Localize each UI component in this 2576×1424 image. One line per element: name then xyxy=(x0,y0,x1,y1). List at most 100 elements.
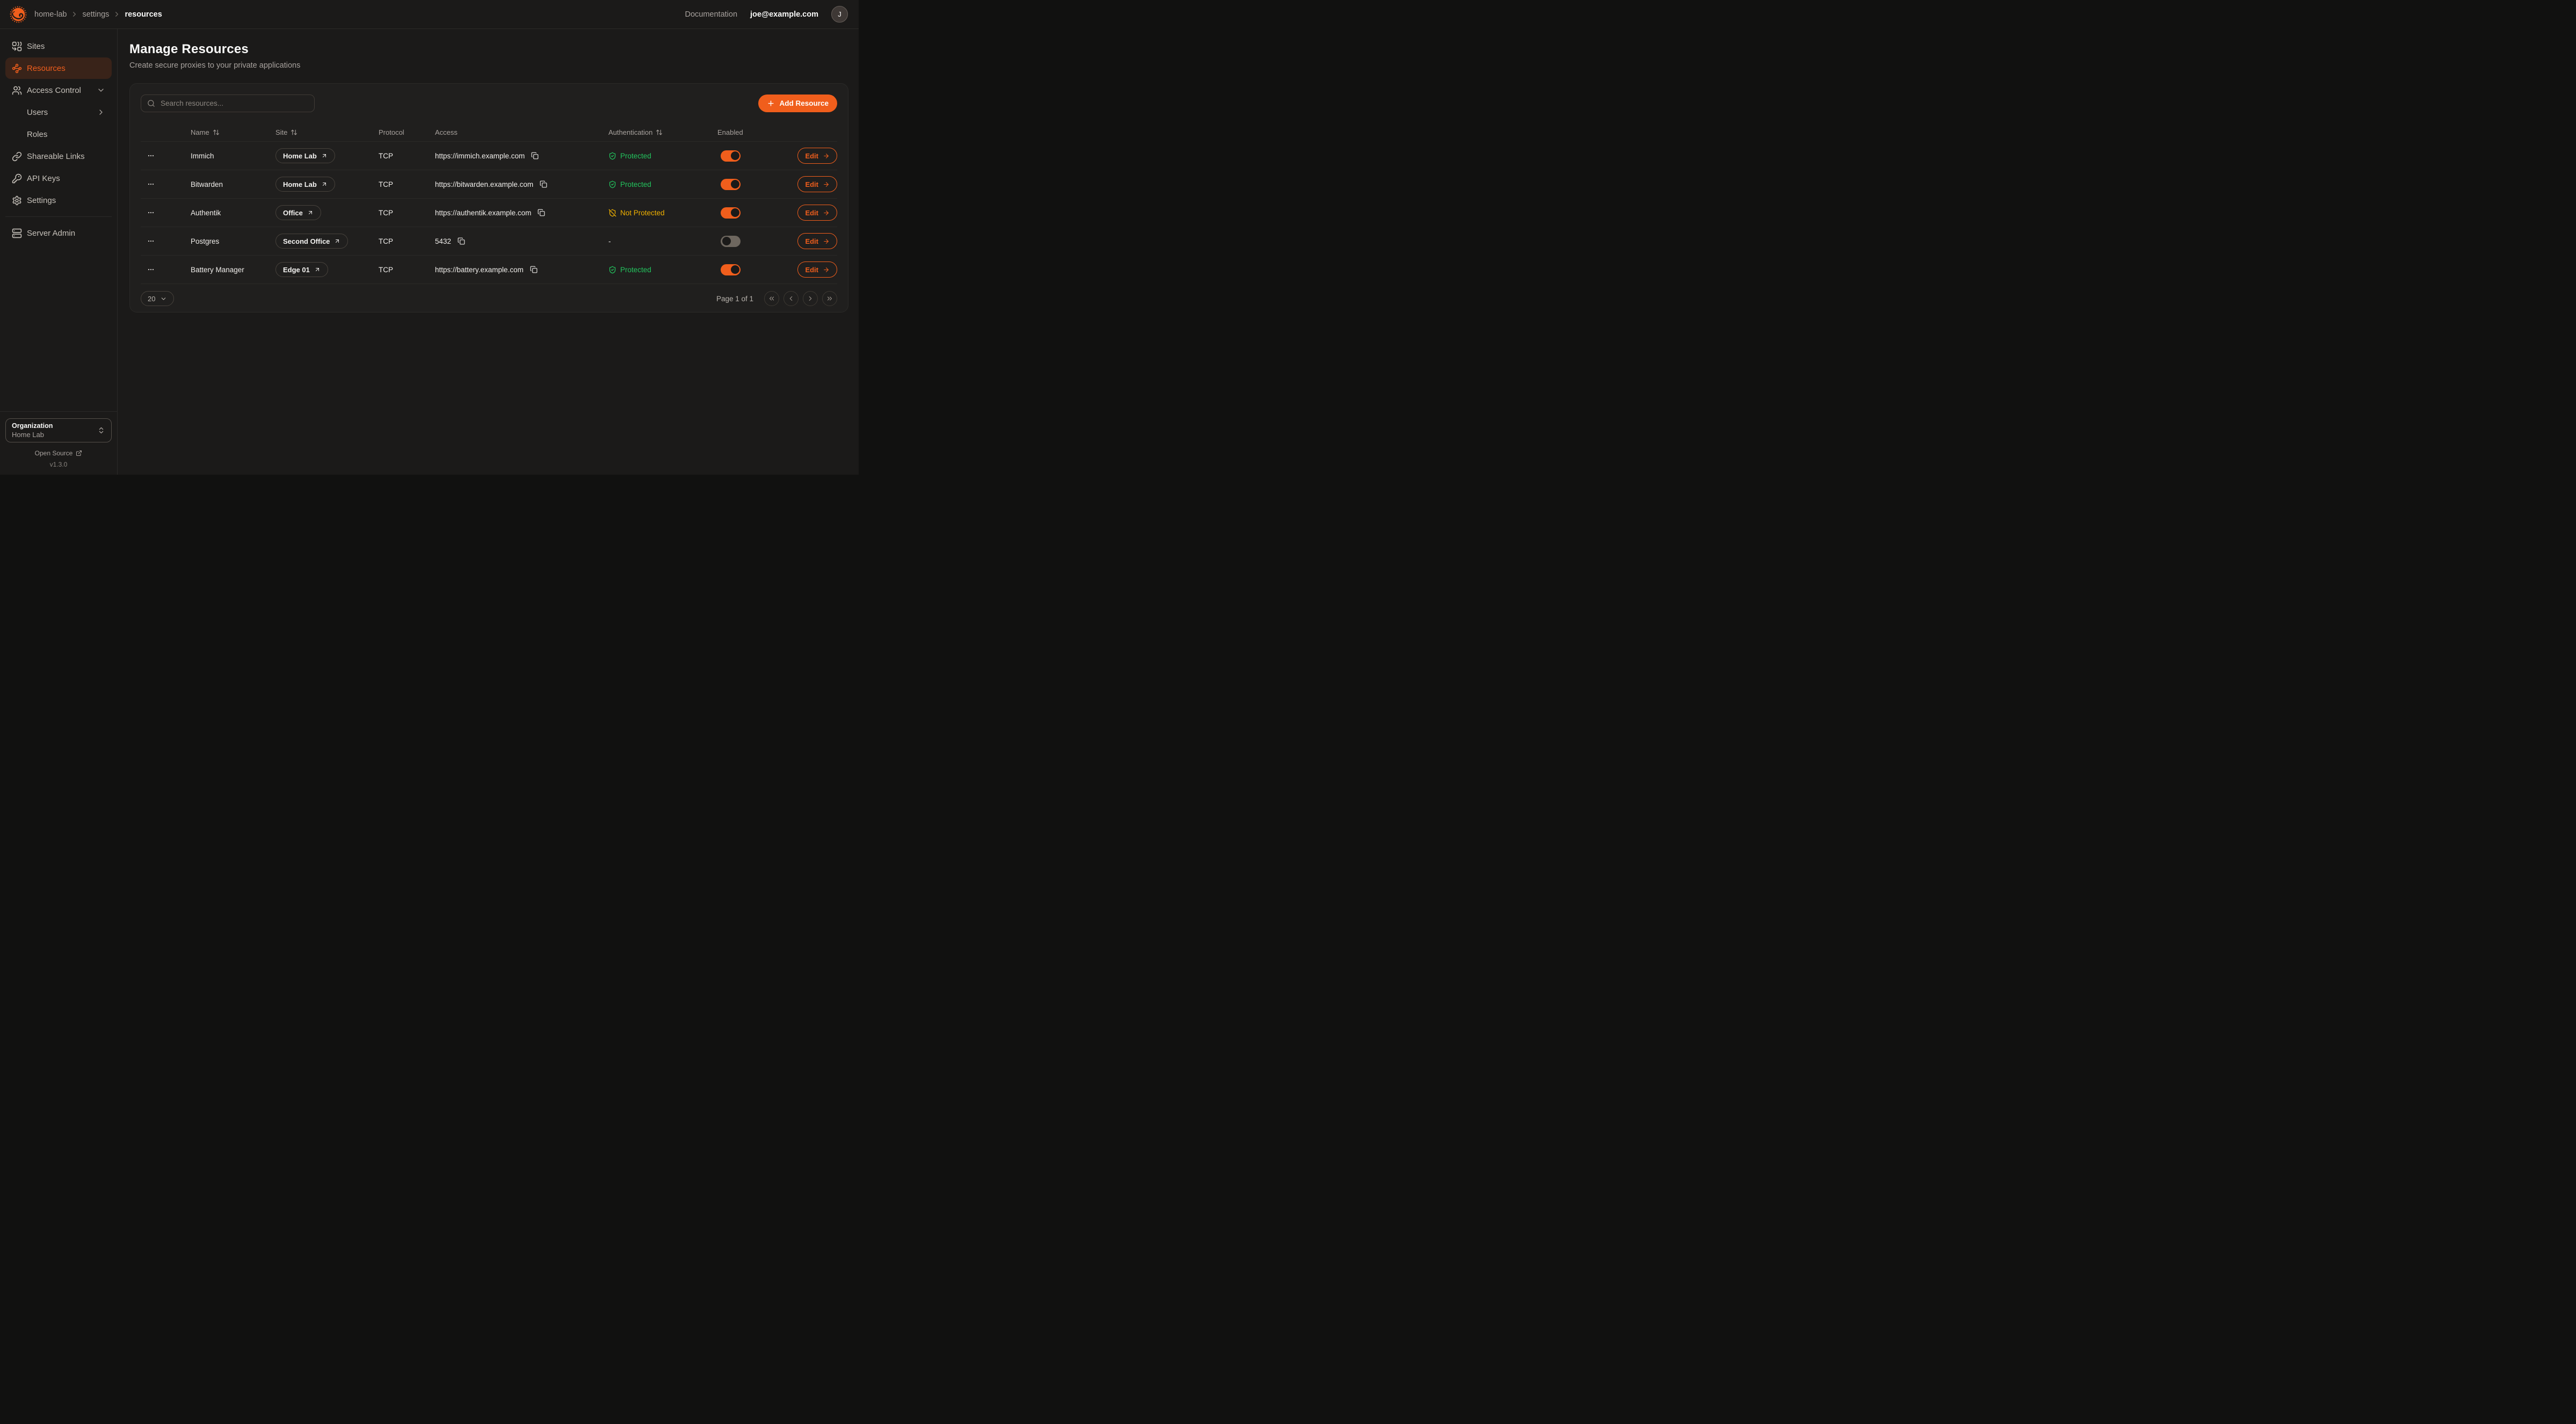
top-bar-right: Documentation joe@example.com J xyxy=(685,6,848,23)
copy-icon[interactable] xyxy=(530,151,540,161)
enabled-toggle[interactable] xyxy=(721,207,741,219)
search-box xyxy=(141,95,315,112)
edit-button[interactable]: Edit xyxy=(797,261,837,278)
top-bar: home-lab settings resources Documentatio… xyxy=(0,0,859,29)
sidebar-item-label: Shareable Links xyxy=(27,152,85,161)
resource-name: Authentik xyxy=(191,209,275,217)
row-menu-button[interactable] xyxy=(142,148,160,163)
toggle-knob xyxy=(731,265,739,274)
sort-icon[interactable] xyxy=(213,129,220,136)
arrow-up-right-icon xyxy=(307,209,314,216)
table-row: Bitwarden Home Lab TCP https://bitwarden… xyxy=(141,170,837,198)
toggle-knob xyxy=(731,151,739,160)
sidebar-item-sites[interactable]: Sites xyxy=(5,35,112,57)
resource-protocol: TCP xyxy=(379,209,435,217)
sidebar-item-access-control[interactable]: Access Control xyxy=(5,79,112,101)
site-link-button[interactable]: Home Lab xyxy=(275,148,335,163)
sort-icon[interactable] xyxy=(656,129,663,136)
toggle-knob xyxy=(731,208,739,217)
documentation-link[interactable]: Documentation xyxy=(685,10,738,19)
edit-button[interactable]: Edit xyxy=(797,148,837,164)
enabled-toggle[interactable] xyxy=(721,179,741,190)
external-link-icon xyxy=(76,450,82,456)
user-email[interactable]: joe@example.com xyxy=(750,10,818,19)
edit-button[interactable]: Edit xyxy=(797,176,837,192)
users-icon xyxy=(12,85,22,96)
breadcrumb-settings[interactable]: settings xyxy=(82,10,109,19)
chevron-right-icon xyxy=(113,10,121,18)
sidebar-item-resources[interactable]: Resources xyxy=(5,57,112,79)
last-page-button[interactable] xyxy=(822,291,837,306)
sidebar-item-settings[interactable]: Settings xyxy=(5,190,112,211)
site-link-button[interactable]: Second Office xyxy=(275,234,348,249)
arrow-up-right-icon xyxy=(334,238,340,244)
copy-icon[interactable] xyxy=(456,236,466,246)
toggle-knob xyxy=(722,237,731,245)
copy-icon[interactable] xyxy=(529,265,539,274)
sidebar-item-users[interactable]: Users xyxy=(5,101,112,123)
organization-texts: Organization Home Lab xyxy=(12,422,53,439)
sidebar-item-label: Roles xyxy=(27,130,47,139)
pangolin-logo[interactable] xyxy=(9,5,28,24)
toggle-knob xyxy=(731,180,739,188)
sidebar-item-api-keys[interactable]: API Keys xyxy=(5,168,112,189)
chevron-down-icon xyxy=(160,295,167,302)
column-header-access: Access xyxy=(435,128,608,136)
page-subtitle: Create secure proxies to your private ap… xyxy=(129,61,859,70)
sidebar-item-shareable-links[interactable]: Shareable Links xyxy=(5,146,112,167)
resource-access: https://bitwarden.example.com xyxy=(435,179,608,189)
arrow-right-icon xyxy=(823,152,830,159)
resources-card: Add Resource Name Site xyxy=(129,83,848,313)
enabled-toggle[interactable] xyxy=(721,236,741,247)
resource-name: Postgres xyxy=(191,237,275,245)
enabled-toggle[interactable] xyxy=(721,264,741,275)
add-resource-button[interactable]: Add Resource xyxy=(758,95,837,112)
copy-icon[interactable] xyxy=(539,179,548,189)
app-version: v1.3.0 xyxy=(5,461,112,468)
resource-protocol: TCP xyxy=(379,237,435,245)
arrow-right-icon xyxy=(823,181,830,188)
auth-status-badge: Protected xyxy=(608,152,717,160)
avatar[interactable]: J xyxy=(831,6,848,23)
copy-icon[interactable] xyxy=(536,208,546,217)
page-title: Manage Resources xyxy=(129,42,859,57)
auth-status-badge: - xyxy=(608,237,717,245)
site-link-button[interactable]: Home Lab xyxy=(275,177,335,192)
sidebar-item-server-admin[interactable]: Server Admin xyxy=(5,222,112,244)
sidebar-item-roles[interactable]: Roles xyxy=(5,123,112,145)
add-resource-label: Add Resource xyxy=(779,99,829,107)
site-link-button[interactable]: Office xyxy=(275,205,321,220)
table-header-row: Name Site Protocol xyxy=(141,123,837,141)
page-size-select[interactable]: 20 xyxy=(141,291,174,306)
server-icon xyxy=(12,228,22,238)
shield-check-icon xyxy=(608,180,616,188)
open-source-link[interactable]: Open Source xyxy=(5,449,112,457)
first-page-button[interactable] xyxy=(764,291,779,306)
site-link-button[interactable]: Edge 01 xyxy=(275,262,328,277)
organization-selector[interactable]: Organization Home Lab xyxy=(5,418,112,442)
sidebar-item-label: API Keys xyxy=(27,174,60,183)
pagination-bar: 20 Page 1 of 1 xyxy=(141,291,837,306)
auth-status-badge: Protected xyxy=(608,180,717,188)
sidebar-divider xyxy=(5,216,112,217)
enabled-toggle[interactable] xyxy=(721,150,741,162)
sort-icon[interactable] xyxy=(291,129,297,136)
resources-icon xyxy=(12,63,22,74)
table-body: Immich Home Lab TCP https://immich.examp… xyxy=(141,141,837,284)
row-menu-button[interactable] xyxy=(142,177,160,192)
column-header-enabled: Enabled xyxy=(717,128,792,136)
row-menu-button[interactable] xyxy=(142,262,160,277)
previous-page-button[interactable] xyxy=(783,291,799,306)
shield-check-icon xyxy=(608,152,616,160)
auth-status-badge: Not Protected xyxy=(608,209,717,217)
main-content: Manage Resources Create secure proxies t… xyxy=(118,29,859,475)
row-menu-button[interactable] xyxy=(142,205,160,220)
gear-icon xyxy=(12,195,22,206)
edit-button[interactable]: Edit xyxy=(797,233,837,249)
row-menu-button[interactable] xyxy=(142,234,160,249)
arrow-up-right-icon xyxy=(314,266,321,273)
breadcrumb-org[interactable]: home-lab xyxy=(34,10,67,19)
edit-button[interactable]: Edit xyxy=(797,205,837,221)
next-page-button[interactable] xyxy=(803,291,818,306)
search-input[interactable] xyxy=(159,99,308,108)
